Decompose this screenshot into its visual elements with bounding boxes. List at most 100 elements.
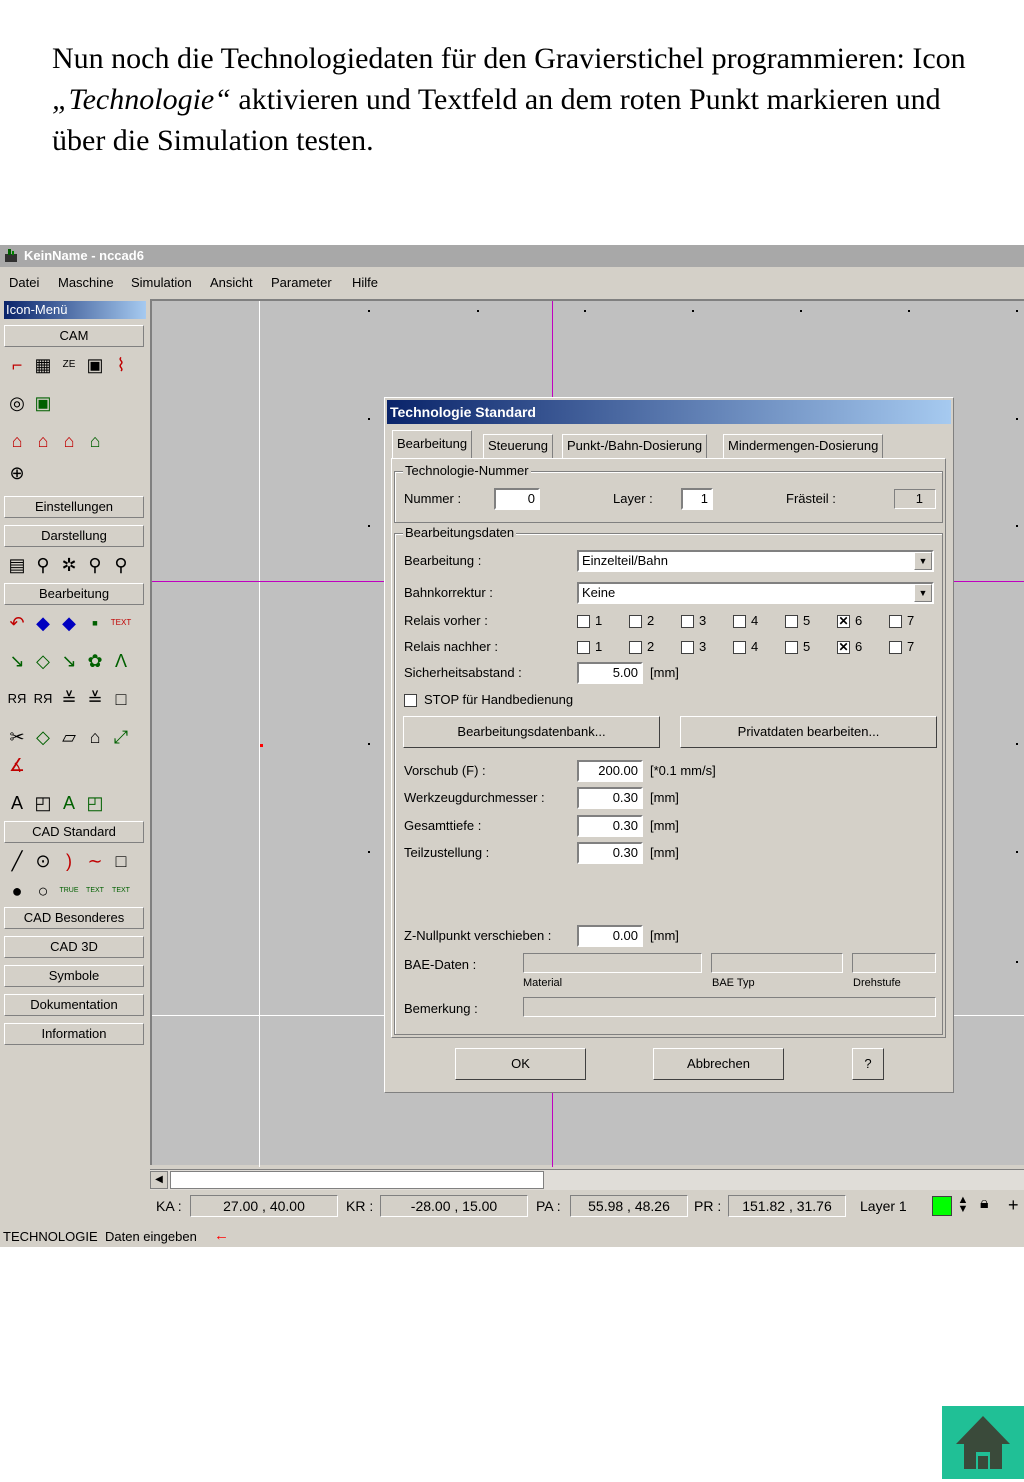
relais-nachher-checkbox-6[interactable]: ✕ [837, 641, 850, 654]
relais-nachher-checkbox-4[interactable] [733, 641, 746, 654]
line-tool-icon[interactable]: ⌐ [6, 354, 28, 376]
section-symbole[interactable]: Symbole [4, 965, 144, 987]
drill-tool-icon[interactable]: ⌇ [110, 354, 132, 376]
frame-icon[interactable]: □ [110, 688, 132, 710]
mirror-icon[interactable]: Λ [110, 650, 132, 672]
tab-mindermengen-dosierung[interactable]: Mindermengen-Dosierung [723, 434, 884, 458]
technologie-icon[interactable]: ⊕ [6, 462, 28, 484]
text-icon[interactable]: TEXT [84, 880, 106, 902]
contour-b-icon[interactable]: ⌂ [32, 430, 54, 452]
menu-hilfe[interactable]: Hilfe [352, 275, 378, 290]
scroll-left-icon[interactable]: ◀ [150, 1171, 168, 1189]
werkzeug-input[interactable]: 0.30 [577, 787, 643, 809]
scissors-icon[interactable]: ✂ [6, 726, 28, 748]
section-cad-standard[interactable]: CAD Standard [4, 821, 144, 843]
contour-d-icon[interactable]: ⌂ [84, 430, 106, 452]
menu-datei[interactable]: Datei [9, 275, 39, 290]
contour-c-icon[interactable]: ⌂ [58, 430, 80, 452]
horizontal-scrollbar[interactable]: ◀ [150, 1169, 1024, 1190]
align-a-icon[interactable]: ≚ [58, 688, 80, 710]
parallel-icon[interactable]: ▱ [58, 726, 80, 748]
relais-vorher-checkbox-6[interactable]: ✕ [837, 615, 850, 628]
line-icon[interactable]: ╱ [6, 850, 28, 872]
section-darstellung[interactable]: Darstellung [4, 525, 144, 547]
menu-ansicht[interactable]: Ansicht [210, 275, 253, 290]
teilzustellung-input[interactable]: 0.30 [577, 842, 643, 864]
menu-maschine[interactable]: Maschine [58, 275, 114, 290]
section-bearbeitung[interactable]: Bearbeitung [4, 583, 144, 605]
relais-nachher-checkbox-7[interactable] [889, 641, 902, 654]
move-icon[interactable]: ▪ [84, 612, 106, 634]
erase-all-icon[interactable]: ◆ [58, 612, 80, 634]
scale-icon[interactable]: ⤢ [110, 726, 132, 748]
bearbeitung-select[interactable]: Einzelteil/Bahn ▼ [577, 550, 934, 572]
circle-icon[interactable]: ⊙ [32, 850, 54, 872]
red-marker-point[interactable] [260, 744, 263, 747]
zoom-icon[interactable]: ⚲ [32, 554, 54, 576]
section-cam[interactable]: CAM [4, 325, 144, 347]
section-dokumentation[interactable]: Dokumentation [4, 994, 144, 1016]
copy-icon[interactable]: ↘ [6, 650, 28, 672]
select-frame-icon[interactable]: ▤ [6, 554, 28, 576]
layer-color-swatch[interactable] [932, 1196, 952, 1216]
layer-input[interactable]: 1 [681, 488, 713, 510]
tab-steuerung[interactable]: Steuerung [483, 434, 553, 458]
letter-box-icon[interactable]: ◰ [32, 792, 54, 814]
pan-icon[interactable]: ✲ [58, 554, 80, 576]
letter-a-icon[interactable]: A [6, 792, 28, 814]
relais-vorher-checkbox-5[interactable] [785, 615, 798, 628]
relais-nachher-checkbox-1[interactable] [577, 641, 590, 654]
truetype-icon[interactable]: TRUE [58, 880, 80, 902]
zoom-out-icon[interactable]: ⚲ [110, 554, 132, 576]
chevron-down-icon[interactable]: ▼ [914, 584, 932, 602]
letter-a-green-icon[interactable]: A [58, 792, 80, 814]
area-tool-icon[interactable]: ▣ [32, 392, 54, 414]
section-einstellungen[interactable]: Einstellungen [4, 496, 144, 518]
chevron-down-icon[interactable]: ▼ [914, 552, 932, 570]
rectangle-icon[interactable]: □ [110, 850, 132, 872]
text-multi-icon[interactable]: TEXT [110, 880, 132, 902]
section-cad-3d[interactable]: CAD 3D [4, 936, 144, 958]
bahnkorrektur-select[interactable]: Keine ▼ [577, 582, 934, 604]
privatdaten-button[interactable]: Privatdaten bearbeiten... [680, 716, 937, 748]
shift-icon[interactable]: ↘ [58, 650, 80, 672]
gesamttiefe-input[interactable]: 0.30 [577, 815, 643, 837]
crosshair-icon[interactable]: + [1008, 1195, 1019, 1216]
rotate-copy-icon[interactable]: ✿ [84, 650, 106, 672]
ellipse-icon[interactable]: ○ [32, 880, 54, 902]
letter-box-green-icon[interactable]: ◰ [84, 792, 106, 814]
arc-icon[interactable]: ) [58, 850, 80, 872]
relais-nachher-checkbox-3[interactable] [681, 641, 694, 654]
pocket-tool-icon[interactable]: ◎ [6, 392, 28, 414]
house-icon[interactable]: ⌂ [84, 726, 106, 748]
angle-icon[interactable]: ∡ [6, 754, 28, 776]
layer-spinner-icon[interactable]: ▲ ▼ [954, 1195, 972, 1215]
mirror-v-icon[interactable]: RЯ [32, 688, 54, 710]
sicherheit-input[interactable]: 5.00 [577, 662, 643, 684]
bearbeitungsdatenbank-button[interactable]: Bearbeitungsdatenbank... [403, 716, 660, 748]
point-icon[interactable]: ● [6, 880, 28, 902]
polygon-icon[interactable]: ◇ [32, 726, 54, 748]
help-button[interactable]: ? [852, 1048, 884, 1080]
grid-tool-icon[interactable]: ▦ [32, 354, 54, 376]
text-edit-icon[interactable]: TEXT [110, 612, 132, 634]
relais-vorher-checkbox-4[interactable] [733, 615, 746, 628]
section-cad-besonderes[interactable]: CAD Besonderes [4, 907, 144, 929]
mirror-h-icon[interactable]: RЯ [6, 688, 28, 710]
lock-icon[interactable]: 🔒︎ [980, 1195, 989, 1213]
nummer-input[interactable]: 0 [494, 488, 540, 510]
stop-checkbox[interactable] [404, 694, 417, 707]
relais-vorher-checkbox-3[interactable] [681, 615, 694, 628]
menu-simulation[interactable]: Simulation [131, 275, 192, 290]
relais-nachher-checkbox-2[interactable] [629, 641, 642, 654]
eraser-icon[interactable]: ◆ [32, 612, 54, 634]
relais-vorher-checkbox-2[interactable] [629, 615, 642, 628]
vorschub-input[interactable]: 200.00 [577, 760, 643, 782]
undo-icon[interactable]: ↶ [6, 612, 28, 634]
relais-vorher-checkbox-7[interactable] [889, 615, 902, 628]
tab-punkt-bahn-dosierung[interactable]: Punkt-/Bahn-Dosierung [562, 434, 708, 458]
ze-tool-icon[interactable]: ZE [58, 354, 80, 376]
ok-button[interactable]: OK [455, 1048, 586, 1080]
machine-tool-icon[interactable]: ▣ [84, 354, 106, 376]
home-button[interactable] [942, 1406, 1024, 1479]
